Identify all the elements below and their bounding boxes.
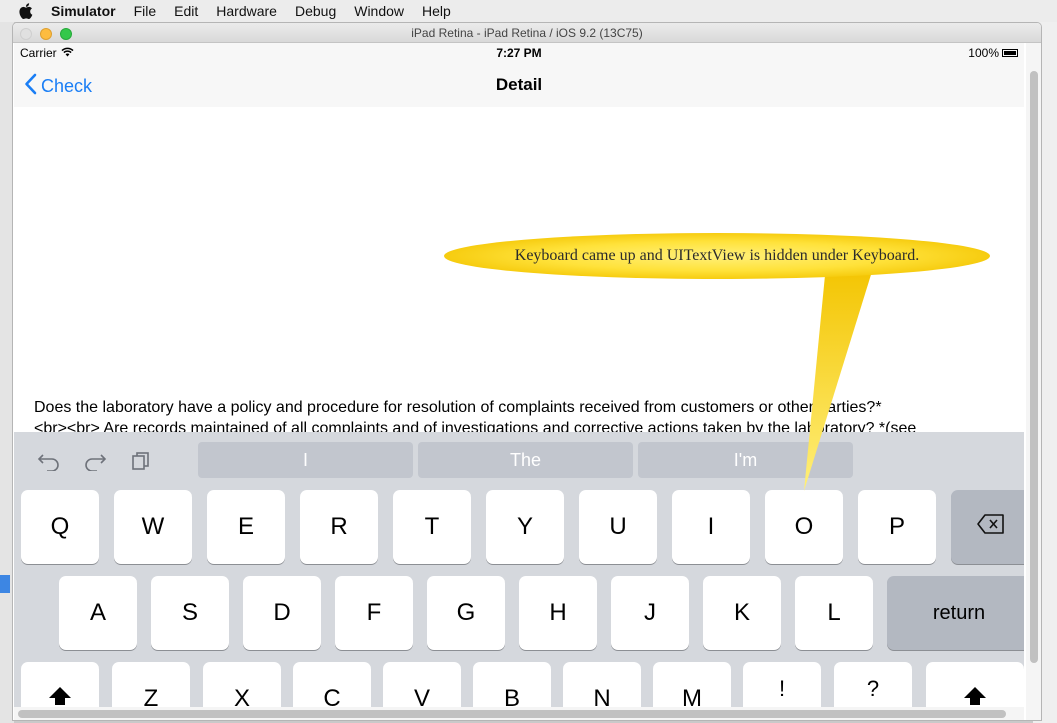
chevron-left-icon xyxy=(24,73,37,100)
key-i[interactable]: I xyxy=(672,490,750,564)
battery-icon xyxy=(1002,49,1018,57)
menu-hardware[interactable]: Hardware xyxy=(207,0,286,22)
return-key[interactable]: return xyxy=(887,576,1024,650)
ios-keyboard: I The I'm Q W E R T Y U I O P A S D F G xyxy=(14,432,1024,720)
back-button-label: Check xyxy=(41,76,93,96)
battery-indicator: 100% xyxy=(968,46,1018,60)
backspace-icon xyxy=(976,512,1006,543)
window-titlebar: iPad Retina - iPad Retina / iOS 9.2 (13C… xyxy=(13,23,1041,43)
status-time: 7:27 PM xyxy=(496,46,542,60)
key-d[interactable]: D xyxy=(243,576,321,650)
menu-debug[interactable]: Debug xyxy=(286,0,345,22)
ios-status-bar: Carrier 7:27 PM 100% xyxy=(14,43,1024,63)
key-f[interactable]: F xyxy=(335,576,413,650)
horizontal-scrollbar[interactable] xyxy=(14,707,1024,720)
key-a[interactable]: A xyxy=(59,576,137,650)
key-l[interactable]: L xyxy=(795,576,873,650)
delete-key[interactable] xyxy=(951,490,1024,564)
key-p[interactable]: P xyxy=(858,490,936,564)
page-title: Detail xyxy=(495,75,543,94)
question-line-1: Does the laboratory have a policy and pr… xyxy=(34,399,882,416)
menu-simulator[interactable]: Simulator xyxy=(42,0,125,22)
paste-icon[interactable] xyxy=(128,448,154,474)
key-y[interactable]: Y xyxy=(486,490,564,564)
suggestion-1[interactable]: I xyxy=(198,442,413,478)
battery-percent: 100% xyxy=(968,46,999,60)
vertical-scrollbar[interactable] xyxy=(1026,43,1041,720)
key-t[interactable]: T xyxy=(393,490,471,564)
menu-help[interactable]: Help xyxy=(413,0,460,22)
annotation-callout: Keyboard came up and UITextView is hidde… xyxy=(444,233,990,279)
key-w[interactable]: W xyxy=(114,490,192,564)
key-g[interactable]: G xyxy=(427,576,505,650)
ios-screen: Carrier 7:27 PM 100% Check Detail Does t… xyxy=(14,43,1024,720)
key-r[interactable]: R xyxy=(300,490,378,564)
window-title: iPad Retina - iPad Retina / iOS 9.2 (13C… xyxy=(411,26,643,40)
key-h[interactable]: H xyxy=(519,576,597,650)
vertical-scrollbar-thumb[interactable] xyxy=(1030,71,1038,663)
suggestion-3[interactable]: I'm xyxy=(638,442,853,478)
menu-window[interactable]: Window xyxy=(345,0,413,22)
annotation-text: Keyboard came up and UITextView is hidde… xyxy=(514,247,920,264)
apple-logo-icon[interactable] xyxy=(18,3,42,19)
navigation-bar: Check Detail xyxy=(14,63,1024,107)
suggestion-2[interactable]: The xyxy=(418,442,633,478)
back-button[interactable]: Check xyxy=(24,73,92,100)
key-s[interactable]: S xyxy=(151,576,229,650)
key-u[interactable]: U xyxy=(579,490,657,564)
key-e[interactable]: E xyxy=(207,490,285,564)
undo-icon[interactable] xyxy=(36,448,62,474)
menu-edit[interactable]: Edit xyxy=(165,0,207,22)
menu-file[interactable]: File xyxy=(125,0,166,22)
key-o[interactable]: O xyxy=(765,490,843,564)
background-tab-indicator xyxy=(0,575,10,593)
key-k[interactable]: K xyxy=(703,576,781,650)
key-j[interactable]: J xyxy=(611,576,689,650)
redo-icon[interactable] xyxy=(82,448,108,474)
mac-menu-bar: Simulator File Edit Hardware Debug Windo… xyxy=(0,0,1057,22)
simulator-window: iPad Retina - iPad Retina / iOS 9.2 (13C… xyxy=(12,22,1042,721)
key-q[interactable]: Q xyxy=(21,490,99,564)
horizontal-scrollbar-thumb[interactable] xyxy=(18,710,1006,718)
